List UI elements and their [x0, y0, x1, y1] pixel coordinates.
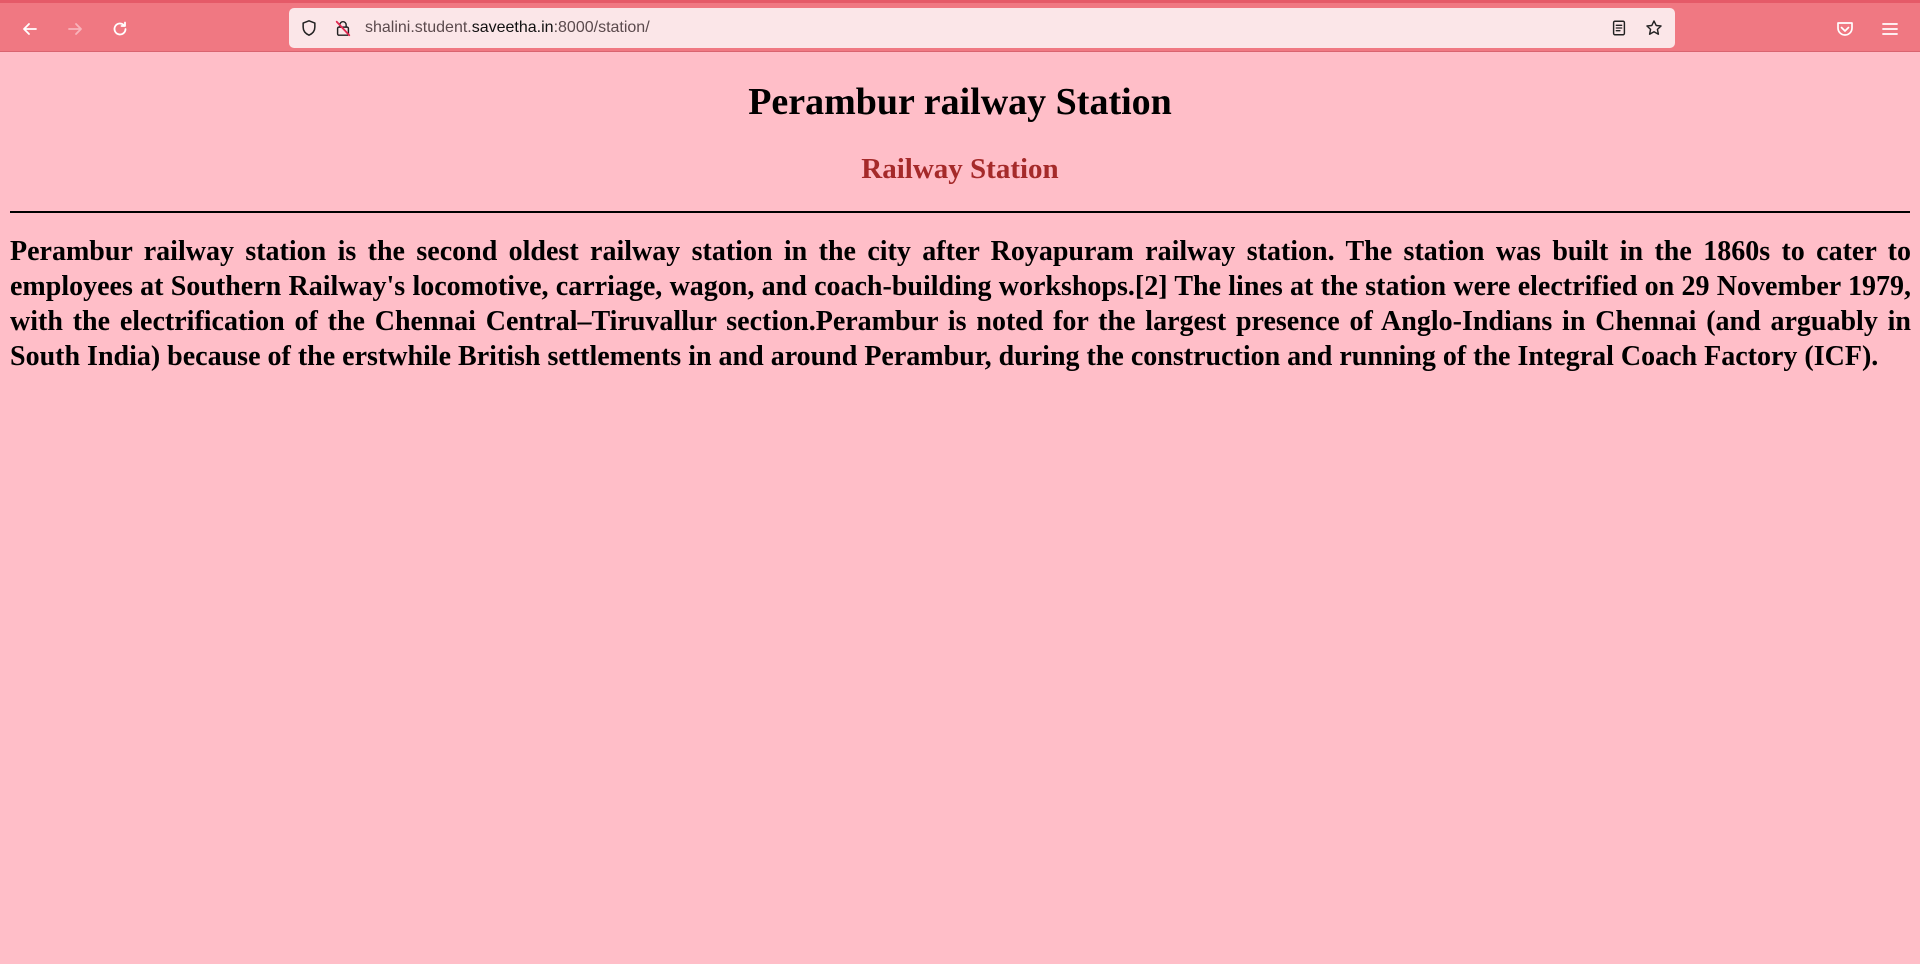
menu-button[interactable]: [1878, 17, 1902, 41]
hamburger-menu-icon: [1882, 23, 1898, 35]
address-bar[interactable]: shalini.student.saveetha.in:8000/station…: [289, 8, 1675, 48]
insecure-lock-icon[interactable]: [333, 18, 353, 38]
pocket-button[interactable]: [1833, 17, 1857, 41]
back-button[interactable]: [13, 12, 47, 46]
url-text[interactable]: shalini.student.saveetha.in:8000/station…: [365, 18, 650, 38]
reload-icon: [113, 21, 127, 36]
star-icon[interactable]: [1644, 18, 1664, 38]
page-title: Perambur railway Station: [748, 81, 1172, 123]
reload-button[interactable]: [103, 12, 137, 46]
arrow-right-icon: [68, 23, 82, 35]
horizontal-rule: [10, 211, 1910, 213]
url-host: saveetha.in: [471, 19, 554, 36]
browser-toolbar: shalini.student.saveetha.in:8000/station…: [0, 0, 1920, 52]
forward-button[interactable]: [58, 12, 92, 46]
body-paragraph: Perambur railway station is the second o…: [10, 236, 1911, 372]
shield-icon[interactable]: [299, 18, 319, 38]
reader-view-icon[interactable]: [1609, 18, 1629, 38]
pocket-icon: [1837, 22, 1853, 36]
page-content: Perambur railway Station Railway Station…: [0, 52, 1920, 964]
url-prefix: shalini.student.: [365, 19, 472, 36]
arrow-left-icon: [23, 23, 37, 35]
page-subtitle: Railway Station: [861, 153, 1059, 185]
url-suffix: :8000/station/: [553, 19, 650, 36]
